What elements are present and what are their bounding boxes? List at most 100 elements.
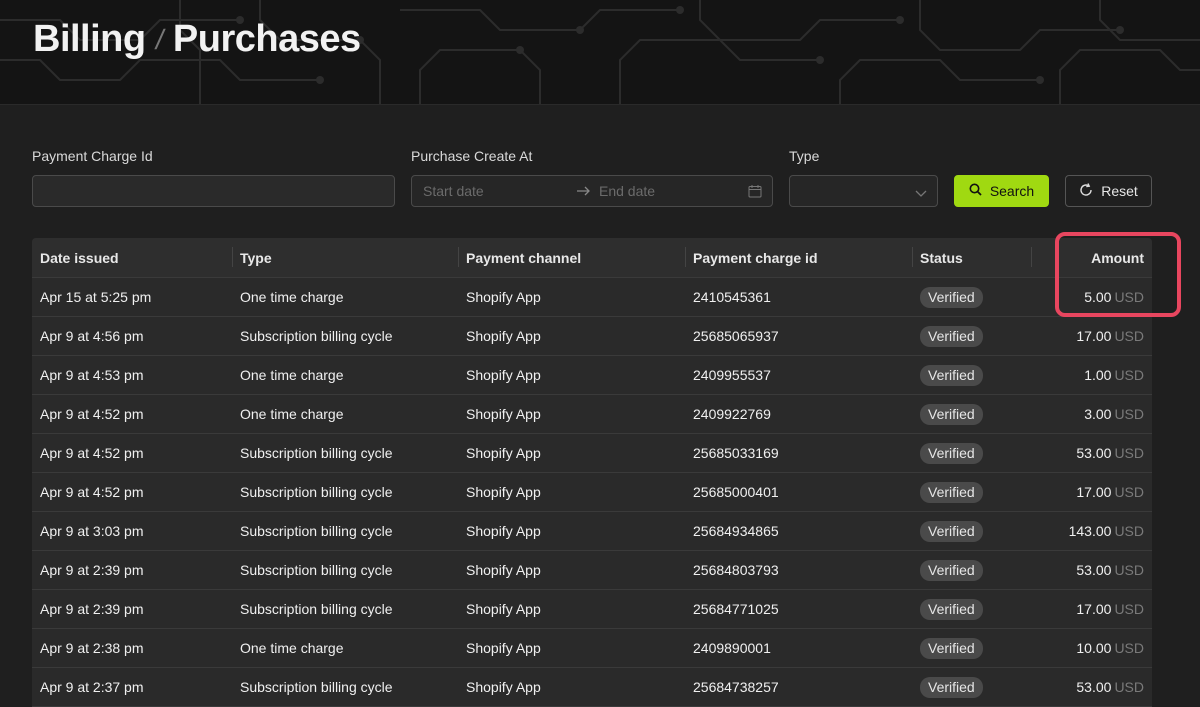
status-badge: Verified [920,403,983,425]
purchases-table: Date issued Type Payment channel Payment… [32,238,1152,707]
end-date-placeholder[interactable]: End date [599,183,655,199]
status-badge: Verified [920,520,983,542]
column-header-status[interactable]: Status [912,250,1022,266]
currency-code: USD [1114,523,1144,539]
status-cell: Verified [912,481,1022,503]
table-body: Apr 15 at 5:25 pm One time charge Shopify … [32,278,1152,707]
table-row[interactable]: Apr 9 at 2:37 pm Subscription billing cyc… [32,668,1152,707]
column-divider [912,247,913,267]
type-cell: One time charge [240,289,344,305]
column-divider [232,247,233,267]
column-divider [1031,247,1032,267]
status-badge: Verified [920,637,983,659]
date-issued-cell: Apr 9 at 2:39 pm [40,601,144,617]
type-cell: Subscription billing cycle [240,484,393,500]
type-cell: Subscription billing cycle [240,601,393,617]
status-badge: Verified [920,481,983,503]
currency-code: USD [1114,601,1144,617]
amount-value: 10.00 [1076,640,1112,656]
payment-charge-id-cell: 25684738257 [693,679,779,695]
page-title: Purchases [172,18,361,60]
status-cell: Verified [912,598,1022,620]
amount-cell: 17.00 USD [1022,484,1152,500]
breadcrumb: Billing / Purchases [33,18,361,61]
column-header-type[interactable]: Type [232,250,458,266]
status-cell: Verified [912,676,1022,698]
table-row[interactable]: Apr 9 at 2:39 pm Subscription billing cyc… [32,590,1152,629]
column-header-amount[interactable]: Amount [1022,250,1152,266]
purchase-create-at-label: Purchase Create At [411,148,533,164]
amount-value: 17.00 [1076,484,1112,500]
start-date-placeholder[interactable]: Start date [423,183,484,199]
payment-channel-cell: Shopify App [466,484,541,500]
table-row[interactable]: Apr 9 at 2:39 pm Subscription billing cyc… [32,551,1152,590]
table-row[interactable]: Apr 9 at 4:56 pm Subscription billing cyc… [32,317,1152,356]
payment-channel-cell: Shopify App [466,601,541,617]
currency-code: USD [1114,679,1144,695]
status-badge: Verified [920,598,983,620]
payment-charge-id-cell: 25684934865 [693,523,779,539]
type-cell: One time charge [240,406,344,422]
amount-value: 17.00 [1076,328,1112,344]
type-cell: Subscription billing cycle [240,328,393,344]
status-badge: Verified [920,325,983,347]
payment-charge-id-label: Payment Charge Id [32,148,153,164]
currency-code: USD [1114,328,1144,344]
status-badge: Verified [920,559,983,581]
amount-cell: 1.00 USD [1022,367,1152,383]
date-range-picker[interactable]: Start date End date [411,175,773,207]
breadcrumb-parent[interactable]: Billing [33,18,146,61]
table-row[interactable]: Apr 9 at 3:03 pm Subscription billing cyc… [32,512,1152,551]
column-header-payment-channel[interactable]: Payment channel [458,250,685,266]
type-select[interactable] [789,175,938,207]
type-cell: Subscription billing cycle [240,523,393,539]
date-issued-cell: Apr 9 at 2:39 pm [40,562,144,578]
breadcrumb-separator: / [152,23,166,55]
reset-button[interactable]: Reset [1065,175,1152,207]
calendar-icon [748,184,762,201]
payment-channel-cell: Shopify App [466,679,541,695]
payment-charge-id-cell: 25685065937 [693,328,779,344]
table-row[interactable]: Apr 9 at 2:38 pm One time charge Shopify A… [32,629,1152,668]
amount-cell: 53.00 USD [1022,562,1152,578]
payment-charge-id-cell: 2409890001 [693,640,771,656]
amount-value: 53.00 [1076,679,1112,695]
table-row[interactable]: Apr 9 at 4:52 pm Subscription billing cyc… [32,473,1152,512]
payment-charge-id-input[interactable] [32,175,395,207]
type-cell: Subscription billing cycle [240,562,393,578]
amount-cell: 5.00 USD [1022,289,1152,305]
arrow-right-icon [577,183,591,199]
column-header-date-issued[interactable]: Date issued [32,250,232,266]
currency-code: USD [1114,406,1144,422]
date-issued-cell: Apr 9 at 4:52 pm [40,406,144,422]
type-cell: One time charge [240,640,344,656]
date-issued-cell: Apr 9 at 4:56 pm [40,328,144,344]
currency-code: USD [1114,484,1144,500]
reload-icon [1079,182,1093,200]
table-row[interactable]: Apr 15 at 5:25 pm One time charge Shopify … [32,278,1152,317]
search-icon [969,183,982,199]
table-row[interactable]: Apr 9 at 4:52 pm One time charge Shopify A… [32,395,1152,434]
currency-code: USD [1114,445,1144,461]
currency-code: USD [1114,367,1144,383]
payment-channel-cell: Shopify App [466,367,541,383]
date-issued-cell: Apr 9 at 3:03 pm [40,523,144,539]
column-divider [458,247,459,267]
column-header-payment-charge-id[interactable]: Payment charge id [685,250,912,266]
payment-channel-cell: Shopify App [466,523,541,539]
status-badge: Verified [920,286,983,308]
table-row[interactable]: Apr 9 at 4:53 pm One time charge Shopify A… [32,356,1152,395]
amount-value: 1.00 [1084,367,1112,383]
search-button[interactable]: Search [954,175,1049,207]
status-cell: Verified [912,559,1022,581]
table-row[interactable]: Apr 9 at 4:52 pm Subscription billing cyc… [32,434,1152,473]
status-cell: Verified [912,520,1022,542]
type-cell: Subscription billing cycle [240,445,393,461]
payment-charge-id-cell: 25685000401 [693,484,779,500]
reset-button-label: Reset [1101,183,1138,199]
payment-charge-id-cell: 2409955537 [693,367,771,383]
payment-charge-id-cell: 2410545361 [693,289,771,305]
currency-code: USD [1114,562,1144,578]
amount-cell: 3.00 USD [1022,406,1152,422]
payment-channel-cell: Shopify App [466,562,541,578]
